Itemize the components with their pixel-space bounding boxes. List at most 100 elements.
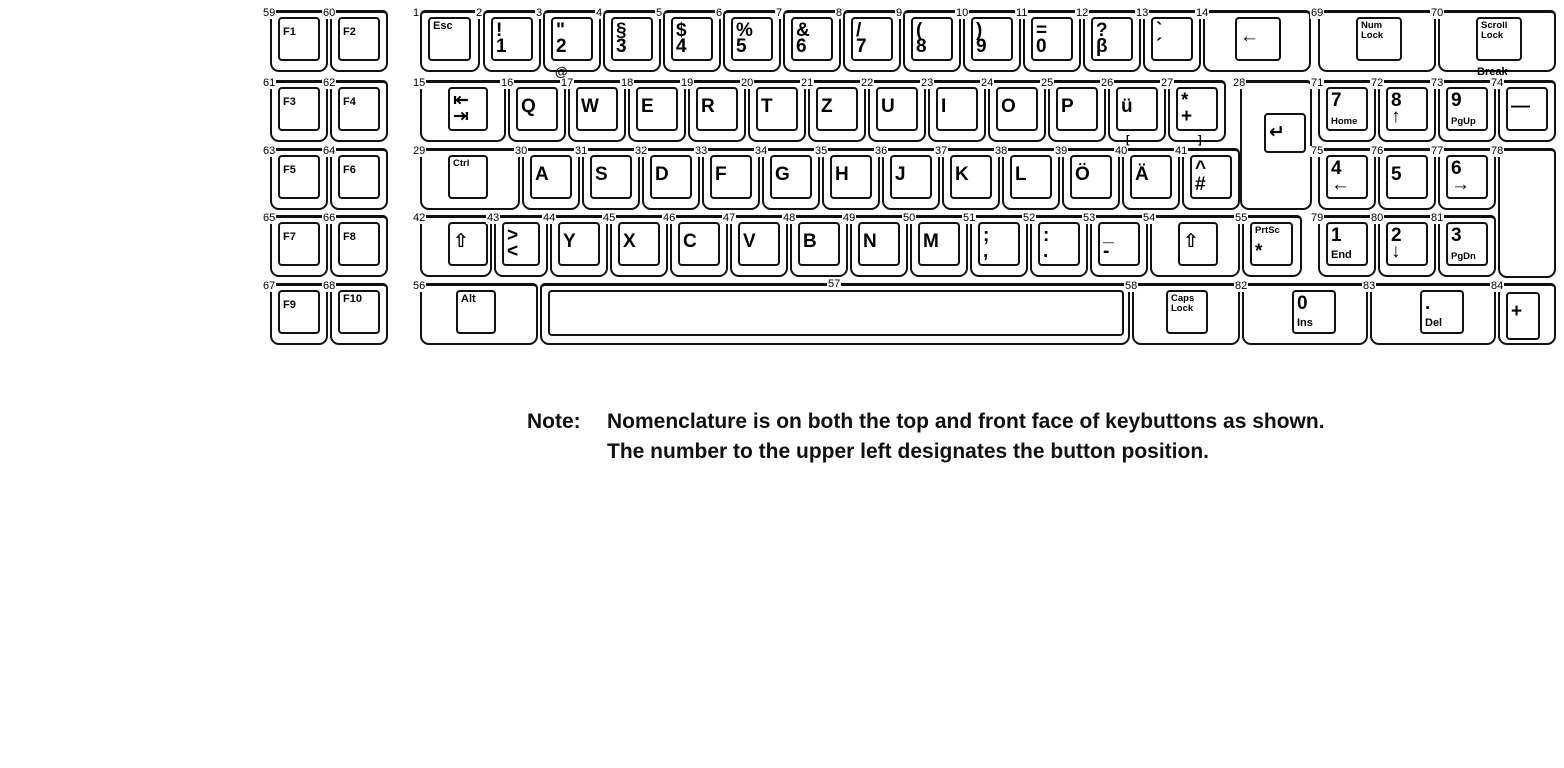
keycap-face: Ctrl (448, 155, 488, 199)
key-68: F10 (330, 283, 388, 345)
keycap-face: F6 (338, 155, 380, 199)
key-55: PrtSc * (1242, 215, 1302, 277)
key-54: ⇧ (1150, 215, 1240, 277)
keycap-face: ? β (1091, 17, 1133, 61)
keycap-face: + (1506, 292, 1540, 340)
key-label-top: D (655, 164, 669, 185)
key-position-number: 18 (620, 77, 635, 89)
key-position-number: 1 (412, 7, 421, 19)
key-72: 8 ↑ (1378, 80, 1436, 142)
key-3: " 2 (543, 10, 601, 72)
key-19: R (688, 80, 746, 142)
key-label-top: + (1511, 301, 1523, 322)
keycap-face: 0 Ins (1292, 290, 1336, 334)
keycap-face: S (590, 155, 632, 199)
note-title: Note: (527, 410, 581, 433)
key-label-top: 5 (1391, 164, 1402, 185)
keycap-face: K (950, 155, 992, 199)
key-label-top: F7 (283, 231, 296, 243)
key-position-number: 4 (595, 7, 604, 19)
key-64: F6 (330, 148, 388, 210)
keycap-face: A (530, 155, 572, 199)
key-75: 4 ← (1318, 148, 1376, 210)
keycap-face: W (576, 87, 618, 131)
key-41: ^ # (1182, 148, 1240, 210)
key-position-number: 80 (1370, 212, 1385, 224)
key-label-top: Caps Lock (1171, 293, 1195, 314)
key-50: M (910, 215, 968, 277)
key-77: 6 → (1438, 148, 1496, 210)
key-42: ⇧ (420, 215, 492, 277)
key-33: F (702, 148, 760, 210)
keycap-face: % 5 (731, 17, 773, 61)
key-39: Ö (1062, 148, 1120, 210)
key-position-number: 60 (322, 7, 337, 19)
key-position-number: 55 (1234, 212, 1249, 224)
key-70: Scroll Lock (1438, 10, 1556, 72)
key-label-bottom: + (1181, 106, 1193, 127)
keycap-face: F7 (278, 222, 320, 266)
keycap-face: X (618, 222, 660, 266)
keycap-face: * + (1176, 87, 1218, 131)
keycap-face: Ö (1070, 155, 1112, 199)
key-position-number: 19 (680, 77, 695, 89)
key-label-top: W (581, 96, 599, 117)
key-position-number: 56 (412, 280, 427, 292)
key-label-top: F2 (343, 26, 356, 38)
keycap-face: Esc (428, 17, 472, 61)
key-label-bottom: β (1096, 36, 1108, 57)
keycap-face: F10 (338, 290, 380, 334)
key-position-number: 22 (860, 77, 875, 89)
key-position-number: 46 (662, 212, 677, 224)
key-position-number: 12 (1075, 7, 1090, 19)
key-position-number: 14 (1195, 7, 1210, 19)
keycap-face: ! 1 (491, 17, 533, 61)
key-label-bottom: End (1331, 249, 1352, 261)
key-label-top: C (683, 231, 697, 252)
key-53: _ - (1090, 215, 1148, 277)
keycap-face: " 2 (551, 17, 593, 61)
keycap-face: 2 ↓ (1386, 222, 1428, 266)
key-position-number: 76 (1370, 145, 1385, 157)
key-label-bottom: 6 (796, 36, 807, 57)
key-label-top: PrtSc (1255, 225, 1280, 236)
key-49: N (850, 215, 908, 277)
key-label-top: V (743, 231, 756, 252)
key-51: ;, (970, 215, 1028, 277)
key-position-number: 74 (1490, 77, 1505, 89)
key-46: C (670, 215, 728, 277)
key-label-top: E (641, 96, 654, 117)
key-24: O (988, 80, 1046, 142)
key-position-number: 39 (1054, 145, 1069, 157)
key-position-number: 73 (1430, 77, 1445, 89)
key-14: ← (1203, 10, 1311, 72)
key-84: + (1498, 283, 1556, 345)
key-label-top: F8 (343, 231, 356, 243)
key-80: 2 ↓ (1378, 215, 1436, 277)
keycap-face: Q (516, 87, 558, 131)
keycap-face: 4 ← (1326, 155, 1368, 199)
keycap-face: F2 (338, 17, 380, 61)
key-65: F7 (270, 215, 328, 277)
key-label-top: 0 (1297, 293, 1308, 314)
key-label-top: Ä (1135, 164, 1149, 185)
keycap-face: F (710, 155, 752, 199)
key-27: * + (1168, 80, 1226, 142)
keycap-face: T (756, 87, 798, 131)
key-label-top: F (715, 164, 727, 185)
keycap-face: E (636, 87, 678, 131)
key-label-top: B (803, 231, 817, 252)
key-label-bottom: → (1451, 174, 1470, 195)
key-37: K (942, 148, 1000, 210)
key-position-number: 9 (895, 7, 904, 19)
key-label-top: P (1061, 96, 1074, 117)
key-label-bottom: 2 (556, 36, 567, 57)
key-21: Z (808, 80, 866, 142)
key-36: J (882, 148, 940, 210)
key-47: V (730, 215, 788, 277)
keycap-face: ⇧ (448, 222, 488, 266)
keycap-face: G (770, 155, 812, 199)
keycap-face: L (1010, 155, 1052, 199)
key-position-number: 42 (412, 212, 427, 224)
key-position-number: 79 (1310, 212, 1325, 224)
